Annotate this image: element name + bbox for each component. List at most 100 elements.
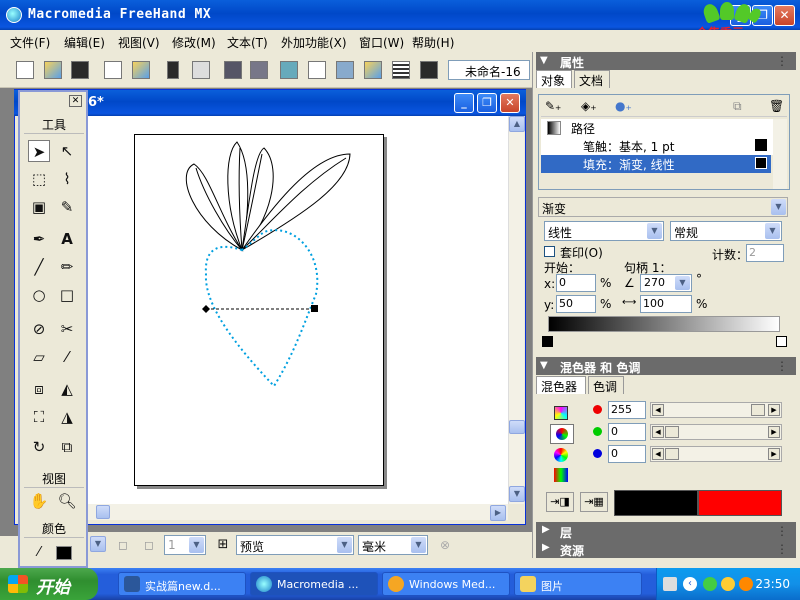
zoom-tool-icon[interactable]: 🔍︎ (56, 490, 78, 512)
units-combo[interactable]: 毫米 ▼ (358, 535, 428, 555)
open-folder-icon[interactable] (44, 61, 62, 79)
add-to-swatches-button[interactable]: ⇥◨ (546, 492, 574, 512)
assets-expand-icon[interactable]: ▶ (542, 542, 550, 553)
rectangle-tool-icon[interactable]: □ (56, 284, 78, 306)
overprint-checkbox[interactable] (544, 246, 555, 257)
menu-xtras[interactable]: 外加功能(X) (281, 34, 347, 51)
taskbar-item-word[interactable]: 实战篇new.d... (118, 572, 246, 596)
system-color-icon[interactable] (554, 468, 568, 482)
green-slider[interactable]: ◀ ▶ (650, 424, 782, 440)
properties-expand-icon[interactable]: ▼ (540, 55, 548, 66)
vertical-scroll-thumb[interactable] (509, 420, 525, 434)
gradient-start-swatch[interactable] (542, 336, 553, 347)
red-slider[interactable]: ◀ ▶ (650, 402, 782, 418)
group-icon[interactable] (224, 61, 242, 79)
connector-tool-icon[interactable]: ⧉ (56, 436, 78, 458)
menu-help[interactable]: 帮助(H) (412, 34, 454, 51)
next-page-icon[interactable]: ◻ (138, 534, 160, 556)
fill-type-combo[interactable]: 渐变 ▼ (538, 197, 788, 217)
ellipse-tool-icon[interactable]: ○ (28, 284, 50, 306)
properties-header[interactable]: 属性 (536, 52, 796, 70)
tab-document[interactable]: 文档 (574, 70, 610, 88)
rotate-tool-icon[interactable]: ↻ (28, 436, 50, 458)
table-icon[interactable] (392, 61, 410, 79)
cancel-render-icon[interactable]: ⊗ (434, 534, 456, 556)
blue-slider[interactable]: ◀ ▶ (650, 446, 782, 462)
duplicate-icon[interactable]: ⧉ (733, 99, 742, 114)
gradient-start-handle[interactable] (202, 305, 210, 313)
layers-header[interactable]: 层 (536, 522, 796, 540)
scroll-down-button[interactable]: ▼ (509, 486, 525, 502)
preview-mode-combo[interactable]: 预览 ▼ (236, 535, 354, 555)
import-icon[interactable] (104, 61, 122, 79)
mixer-expand-icon[interactable]: ▼ (540, 360, 548, 371)
add-to-palette-button[interactable]: ⇥▦ (580, 492, 608, 512)
red-slider-right-arrow[interactable]: ▶ (768, 404, 780, 416)
taskbar-item-media-player[interactable]: Windows Med... (382, 572, 510, 596)
page-number-combo[interactable]: 1 ▼ (164, 535, 206, 555)
page-tool-icon[interactable]: ⬚ (28, 168, 50, 190)
hls-model-icon[interactable] (554, 448, 568, 462)
swatches-icon[interactable] (364, 61, 382, 79)
mixer-options-icon[interactable]: ⋮ (776, 359, 788, 373)
extrude-tool-icon[interactable]: ◭ (56, 378, 78, 400)
gradient-end-handle[interactable] (311, 305, 318, 312)
menu-text[interactable]: 文本(T) (227, 34, 268, 51)
page-menu-button[interactable]: ▼ (90, 536, 106, 552)
assets-header[interactable]: 资源 (536, 540, 796, 558)
doc-maximize-button[interactable]: ❐ (477, 93, 497, 113)
knife-tool-icon[interactable]: ✂ (56, 318, 78, 340)
network-icon[interactable] (703, 577, 717, 591)
horizontal-scrollbar[interactable] (88, 504, 508, 520)
start-button[interactable]: 开始 (0, 568, 98, 600)
rgb-model-button[interactable] (550, 424, 574, 444)
add-effect-icon[interactable]: ●₊ (615, 99, 632, 113)
scroll-up-button[interactable]: ▲ (509, 116, 525, 132)
menu-window[interactable]: 窗口(W) (359, 34, 404, 51)
vertical-scrollbar[interactable]: ▲ ▼ (508, 116, 525, 504)
red-input[interactable]: 255 (608, 401, 646, 419)
horizontal-scroll-thumb[interactable] (96, 505, 110, 519)
delete-icon[interactable]: 🗑︎ (769, 99, 784, 113)
freeform-tool-icon[interactable]: ⊘ (28, 318, 50, 340)
lasso-tool-icon[interactable]: ⌇ (56, 168, 78, 190)
close-button[interactable]: ✕ (774, 5, 795, 26)
radish-leaves[interactable] (185, 141, 351, 252)
menu-view[interactable]: 视图(V) (118, 34, 160, 51)
keyboard-icon[interactable] (663, 577, 677, 591)
document-combo[interactable]: 未命名-16 (448, 60, 530, 80)
stroke-color-icon[interactable]: ⁄ (28, 542, 50, 564)
hand-tool-icon[interactable]: ✋ (28, 490, 50, 512)
add-page-icon[interactable]: ⊞ (212, 534, 234, 556)
angle-input[interactable]: 270 ▼ (640, 274, 692, 292)
cmyk-model-icon[interactable] (554, 406, 568, 420)
symbols-icon[interactable] (336, 61, 354, 79)
object-list-scrollbar[interactable] (773, 119, 787, 189)
pen-tool-icon[interactable]: ✒ (28, 228, 50, 250)
freehand-app-icon[interactable] (6, 7, 22, 23)
y-input[interactable]: 50 (556, 295, 596, 313)
radish-drawing[interactable] (134, 134, 384, 486)
tab-object[interactable]: 对象 (536, 70, 572, 88)
blue-slider-left-arrow[interactable]: ◀ (652, 448, 664, 460)
library-icon[interactable] (308, 61, 326, 79)
layers-options-icon[interactable]: ⋮ (776, 524, 788, 538)
eraser-tool-icon[interactable]: ▱ (28, 346, 50, 368)
doc-minimize-button[interactable]: _ (454, 93, 474, 113)
save-icon[interactable] (71, 61, 89, 79)
menu-edit[interactable]: 编辑(E) (64, 34, 105, 51)
tab-tint[interactable]: 色调 (588, 376, 624, 394)
antivirus-icon[interactable] (739, 577, 753, 591)
reflect-tool-icon[interactable]: ◮ (56, 406, 78, 428)
tray-expand-icon[interactable]: ‹ (683, 577, 697, 591)
line-tool-icon[interactable]: ╱ (28, 256, 50, 278)
gradient-mode-combo[interactable]: 常规 ▼ (670, 221, 782, 241)
green-slider-right-arrow[interactable]: ▶ (768, 426, 780, 438)
unlock-icon[interactable] (192, 61, 210, 79)
prev-page-icon[interactable]: ◻ (112, 534, 134, 556)
transform-icon[interactable] (280, 61, 298, 79)
fill-color-swatch[interactable] (56, 546, 72, 560)
path-row[interactable]: 路径 (541, 119, 787, 137)
layers-expand-icon[interactable]: ▶ (542, 524, 550, 535)
add-fill-icon[interactable]: ◈₊ (581, 99, 597, 113)
